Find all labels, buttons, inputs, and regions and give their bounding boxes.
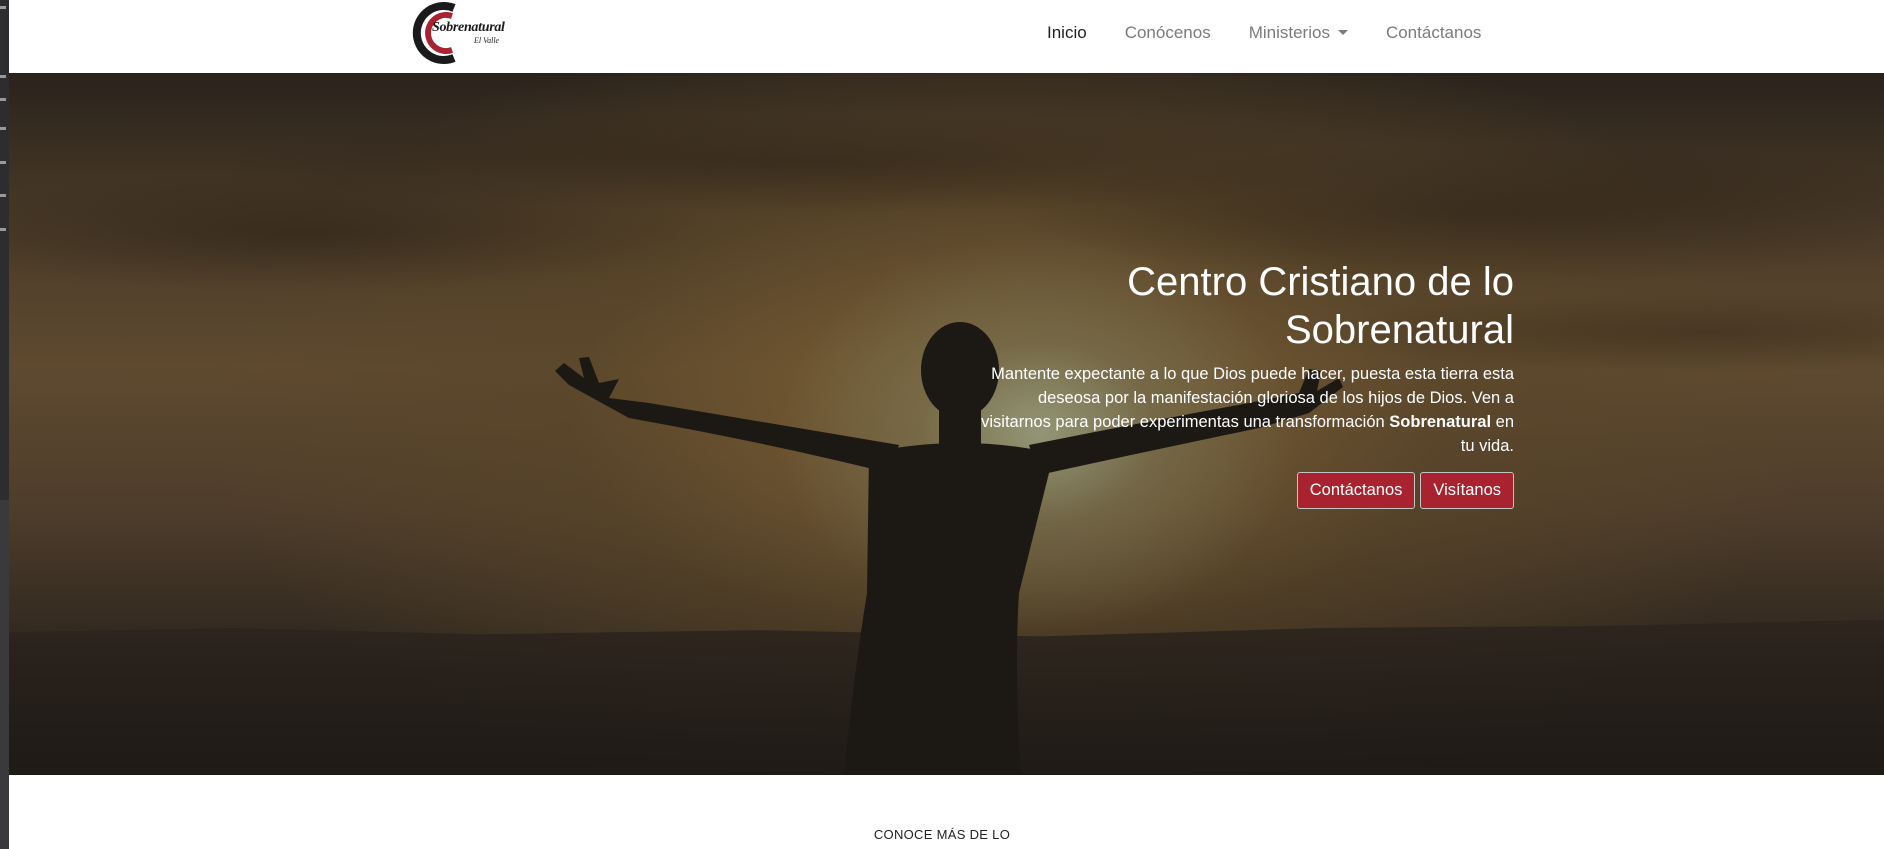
nav-item-ministerios[interactable]: Ministerios bbox=[1230, 23, 1367, 43]
hero-content: Centro Cristiano de lo Sobrenatural Mant… bbox=[974, 258, 1514, 509]
edge-strip-lower bbox=[0, 500, 9, 849]
logo-subtext: El Valle bbox=[474, 36, 500, 45]
brand-logo[interactable]: Sobrenatural El Valle bbox=[412, 0, 522, 66]
left-edge-strip bbox=[0, 0, 9, 849]
hero-title-line2: Sobrenatural bbox=[1284, 308, 1514, 352]
edge-tick bbox=[0, 161, 6, 164]
hero-description: Mantente expectante a lo que Dios puede … bbox=[974, 362, 1514, 458]
hero-title: Centro Cristiano de lo Sobrenatural bbox=[974, 258, 1514, 354]
person-silhouette-image bbox=[555, 322, 1343, 775]
hero-title-line1: Centro Cristiano de lo bbox=[1127, 260, 1514, 304]
logo-wordmark: Sobrenatural bbox=[432, 20, 505, 35]
edge-tick bbox=[0, 75, 6, 78]
edge-tick bbox=[0, 6, 6, 9]
hero-banner: Centro Cristiano de lo Sobrenatural Mant… bbox=[9, 73, 1884, 775]
section-heading: CONOCE MÁS DE LO bbox=[873, 827, 1011, 842]
hero-buttons: Contáctanos Visítanos bbox=[974, 472, 1514, 509]
navbar: Sobrenatural El Valle Inicio Conócenos M… bbox=[9, 0, 1884, 73]
edge-tick bbox=[0, 228, 6, 231]
nav-item-ministerios-label: Ministerios bbox=[1248, 23, 1330, 42]
nav-item-conocenos[interactable]: Conócenos bbox=[1106, 23, 1230, 43]
edge-tick bbox=[0, 194, 6, 197]
caret-down-icon bbox=[1337, 30, 1348, 35]
nav-item-contactanos[interactable]: Contáctanos bbox=[1367, 23, 1500, 43]
nav-item-inicio[interactable]: Inicio bbox=[1028, 23, 1106, 43]
contact-button[interactable]: Contáctanos bbox=[1296, 472, 1416, 509]
hero-text-bold: Sobrenatural bbox=[1389, 413, 1492, 431]
visit-button[interactable]: Visítanos bbox=[1420, 472, 1514, 509]
edge-tick bbox=[0, 98, 6, 101]
edge-tick bbox=[0, 127, 6, 130]
main-nav: Inicio Conócenos Ministerios Contáctanos bbox=[1028, 0, 1500, 66]
